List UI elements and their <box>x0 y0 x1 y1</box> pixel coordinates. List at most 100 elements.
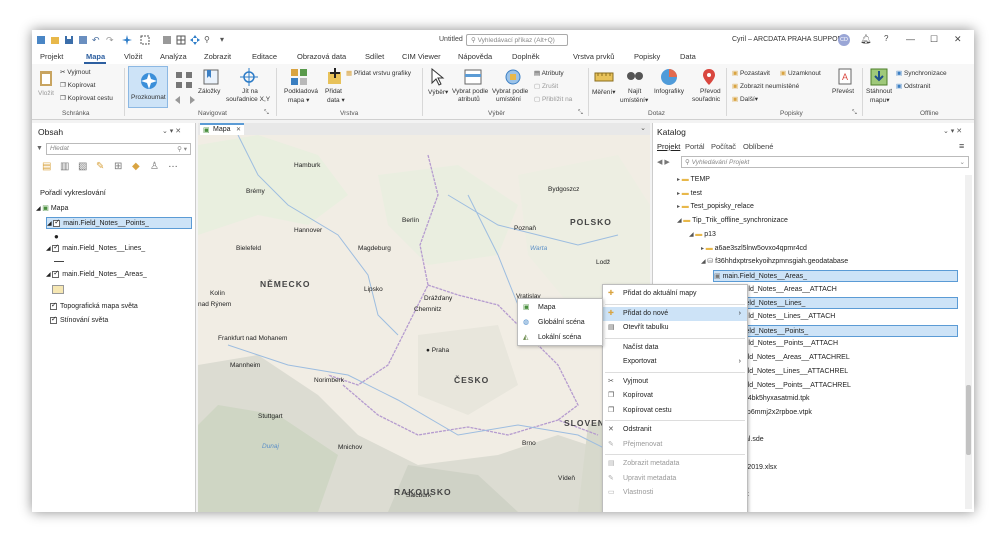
list-by-editing-icon[interactable]: ✎ <box>96 161 104 172</box>
copy-path-button[interactable]: ❐ Kopírovat cestu <box>60 94 113 102</box>
layer-row[interactable]: ◢ main.Field_Notes__Points_ <box>46 217 192 229</box>
paste-icon[interactable] <box>38 68 54 88</box>
infographics-button[interactable]: Infografiky <box>654 88 684 95</box>
catalog-item[interactable]: ◢ ▬ Tip_Trik_offline_synchronizace <box>677 215 788 227</box>
locate-button[interactable]: Najít <box>628 88 641 95</box>
catalog-item[interactable]: ◢ ▬ p13 <box>689 229 716 241</box>
list-by-source-icon[interactable]: ▥ <box>60 161 69 172</box>
catalog-tab-pocitac[interactable]: Počítač <box>711 142 736 151</box>
redo-icon[interactable]: ↷ <box>106 35 116 45</box>
layer-row[interactable]: ◢ main.Field_Notes__Areas_ <box>46 268 147 281</box>
catalog-item[interactable]: ▣ main.Field_Notes__Points_ <box>713 324 958 337</box>
catalog-item[interactable]: ◢ ⛁ f36hhdxptrsekyoihzpmnsgiah.geodataba… <box>701 256 848 268</box>
tab-vlozit[interactable]: Vložit <box>124 52 142 61</box>
new-project-icon[interactable] <box>36 35 46 45</box>
context-menu-item[interactable]: ✚ Přidat do aktuální mapy <box>603 287 747 301</box>
remove-offline-button[interactable]: ▣ Odstranit <box>896 82 930 90</box>
context-menu-item[interactable]: ✚ Přidat do nové › <box>603 306 747 321</box>
basemap-button[interactable]: Podkladová <box>284 88 318 95</box>
tab-cim-viewer[interactable]: CIM Viewer <box>402 52 441 61</box>
layer-visibility-checkbox[interactable] <box>53 217 61 229</box>
context-menu-item[interactable]: Načíst data <box>603 341 747 355</box>
zoom-to-selection-button[interactable]: ▢ Přiblížit na <box>534 95 572 103</box>
tab-data[interactable]: Data <box>680 52 696 61</box>
layer-row[interactable]: ◢ main.Field_Notes__Lines_ <box>46 242 145 255</box>
catalog-item[interactable]: ▣ main.Field_Notes__Lines_ <box>713 297 958 310</box>
select-by-location-button[interactable]: Vybrat podle <box>492 88 528 95</box>
clear-selection-button[interactable]: ▢ Zrušit <box>534 82 558 90</box>
submenu-item[interactable]: ▣ Mapa <box>518 301 602 315</box>
prev-next-extent-icon[interactable] <box>174 96 196 104</box>
undo-icon[interactable]: ↶ <box>92 35 102 45</box>
context-menu-item[interactable]: ✂ Vyjmout <box>603 375 747 389</box>
submenu-item[interactable]: ◭ Lokální scéna <box>518 331 602 345</box>
pan-icon[interactable] <box>190 35 200 45</box>
tab-editace[interactable]: Editace <box>252 52 277 61</box>
open-project-icon[interactable] <box>50 35 60 45</box>
catalog-item[interactable]: ▸ ▬ Test_popisky_relace <box>677 201 754 213</box>
layer-visibility-checkbox[interactable] <box>52 268 60 280</box>
more-labeling-button[interactable]: ▣ Další▾ <box>732 95 758 103</box>
layout-icon[interactable] <box>162 35 172 45</box>
goto-xy-icon[interactable] <box>240 68 258 86</box>
tab-obrazova-data[interactable]: Obrazová data <box>297 52 346 61</box>
select-tool-icon[interactable] <box>140 35 150 45</box>
measure-icon[interactable] <box>594 70 614 84</box>
convert-labels-button[interactable]: Převést <box>832 88 854 95</box>
grid-icon[interactable] <box>176 35 186 45</box>
tab-mapa[interactable]: Mapa <box>86 52 105 61</box>
dialog-launcher-icon[interactable]: ⤡ <box>852 110 857 117</box>
layer-row[interactable]: Topografická mapa světa <box>50 300 138 313</box>
list-by-drawing-order-icon[interactable]: ▤ <box>42 161 51 172</box>
close-icon[interactable]: ✕ <box>236 126 241 133</box>
explore-tool-icon[interactable] <box>122 35 132 45</box>
tab-doplnek[interactable]: Doplněk <box>512 52 540 61</box>
signed-in-user[interactable]: Cyril – ARCDATA PRAHA SUPPORT <box>732 36 847 43</box>
more-icon[interactable]: … <box>168 159 178 170</box>
context-menu-item[interactable]: Exportovat › <box>603 355 747 369</box>
maximize-icon[interactable]: ☐ <box>930 34 938 45</box>
attributes-button[interactable]: ▤ Atributy <box>534 69 564 77</box>
pane-options-icon[interactable]: ⌄ ▾ ✕ <box>943 127 962 135</box>
save-as-icon[interactable] <box>78 35 88 45</box>
list-by-snapping-icon[interactable]: ⊞ <box>114 161 122 172</box>
tab-sdilet[interactable]: Sdílet <box>365 52 384 61</box>
select-by-attributes-button[interactable]: Vybrat podle <box>452 88 488 95</box>
contents-search-input[interactable]: Hledat ⚲ ▾ <box>46 143 191 155</box>
add-data-icon[interactable] <box>326 68 344 86</box>
list-by-selection-icon[interactable]: ▧ <box>78 161 87 172</box>
scrollbar-thumb[interactable] <box>966 385 971 455</box>
catalog-tab-projekt[interactable]: Projekt <box>657 142 680 151</box>
locate-icon[interactable] <box>626 68 644 86</box>
download-map-button[interactable]: Stáhnout <box>866 88 892 95</box>
dialog-launcher-icon[interactable]: ⤡ <box>578 110 583 117</box>
catalog-item[interactable]: ▣ main.Field_Notes__Areas_ <box>713 269 958 282</box>
context-menu-item[interactable]: ✕ Odstranit <box>603 423 747 437</box>
layer-visibility-checkbox[interactable] <box>50 300 57 312</box>
catalog-item[interactable]: ▸ ▬ a6ae3szl5lnw5ovxo4qpmr4cd <box>701 243 807 255</box>
submenu-item[interactable]: ◍ Globální scéna <box>518 316 602 330</box>
select-by-attributes-icon[interactable] <box>464 68 482 86</box>
cut-button[interactable]: ✂ Vyjmout <box>60 68 91 76</box>
catalog-item[interactable]: ▸ ▬ test <box>677 188 702 200</box>
goto-xy-button[interactable]: Jít na <box>242 88 258 95</box>
basemap-icon[interactable] <box>290 68 308 86</box>
lock-labeling-button[interactable]: ▣ Uzamknout <box>780 69 821 77</box>
save-icon[interactable] <box>64 35 74 45</box>
catalog-item[interactable]: ▸ ▬ TEMP <box>677 174 710 186</box>
convert-coordinates-icon[interactable] <box>700 68 718 86</box>
list-by-perspective-icon[interactable]: ♙ <box>150 161 159 172</box>
help-button[interactable]: ? <box>884 34 888 43</box>
bookmarks-button[interactable]: Záložky <box>198 88 220 95</box>
minimize-icon[interactable]: — <box>906 34 915 44</box>
catalog-search-input[interactable]: ⚲ Vyhledávání Projekt ⌄ <box>681 156 969 168</box>
pane-options-icon[interactable]: ⌄ ▾ ✕ <box>162 127 181 135</box>
tab-list-icon[interactable]: ⌄ <box>640 124 646 132</box>
catalog-menu-icon[interactable]: ≡ <box>959 141 964 151</box>
tab-popisky[interactable]: Popisky <box>634 52 660 61</box>
layer-visibility-checkbox[interactable] <box>50 314 57 326</box>
binoculars-icon[interactable]: ⚲ <box>204 35 214 45</box>
customize-qat-icon[interactable]: ▾ <box>220 35 230 45</box>
context-menu-item[interactable]: ❐ Kopírovat <box>603 389 747 403</box>
add-data-button[interactable]: Přidat <box>325 88 342 95</box>
